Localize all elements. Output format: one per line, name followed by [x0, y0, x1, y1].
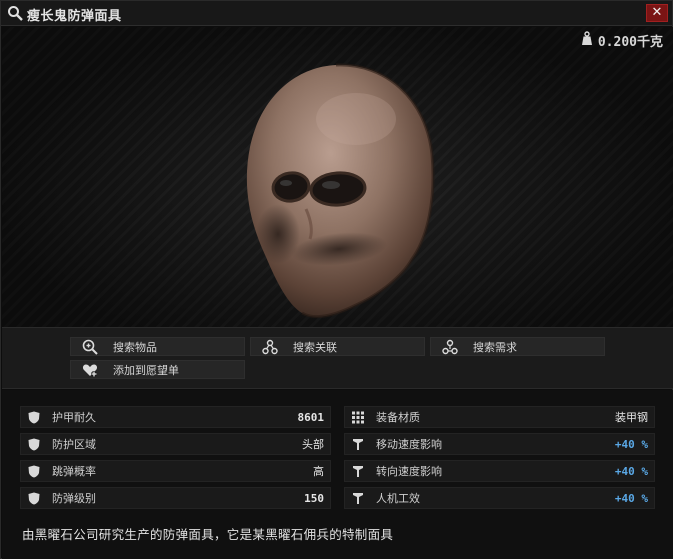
stat-value: 高: [313, 465, 324, 478]
stat-ergonomics: 人机工效 +40 %: [344, 487, 655, 509]
search-item-label: 搜索物品: [113, 340, 157, 354]
shield-icon: [27, 410, 41, 424]
weight-icon: [580, 31, 594, 50]
shield-icon: [27, 437, 41, 451]
stat-label: 防弹级别: [52, 492, 96, 505]
stat-armor-class: 防弹级别 150: [20, 487, 331, 509]
stats-panel: 护甲耐久 8601 防护区域 头部 跳弹概率 高 防弹级别 150 装备材质 装…: [2, 390, 673, 559]
stat-label: 人机工效: [376, 492, 420, 505]
weight-readout: 0.200千克: [580, 31, 663, 50]
linked-search-button[interactable]: 搜索关联: [250, 337, 425, 356]
add-to-wishlist-label: 添加到愿望单: [113, 363, 179, 377]
stat-value: 8601: [297, 410, 325, 424]
search-item-button[interactable]: 搜索物品: [70, 337, 245, 356]
stat-material: 装备材质 装甲钢: [344, 406, 655, 428]
required-search-label: 搜索需求: [473, 340, 517, 354]
shield-icon: [27, 491, 41, 505]
stat-label: 跳弹概率: [52, 465, 96, 478]
close-button[interactable]: ✕: [646, 4, 668, 22]
item-preview: 0.200千克: [2, 27, 673, 327]
search-item-icon: [81, 339, 99, 355]
action-bar: 搜索物品 搜索关联 搜索需求 添加到愿望单: [2, 327, 673, 389]
stat-armor-zone: 防护区域 头部: [20, 433, 331, 455]
item-description: 由黑曜石公司研究生产的防弹面具，它是某黑曜石佣兵的特制面具: [22, 527, 394, 542]
stat-turn-speed: 转向速度影响 +40 %: [344, 460, 655, 482]
stat-value: 150: [304, 491, 324, 505]
shield-icon: [27, 464, 41, 478]
weight-value: 0.200千克: [597, 35, 663, 50]
grid-icon: [351, 410, 365, 424]
stat-label: 转向速度影响: [376, 465, 442, 478]
stat-value: +40 %: [614, 491, 648, 505]
wishlist-heart-icon: [81, 362, 99, 378]
stat-ricochet-chance: 跳弹概率 高: [20, 460, 331, 482]
stat-value: +40 %: [614, 464, 648, 478]
penalty-icon: [351, 437, 365, 451]
stat-value: 头部: [302, 438, 324, 451]
stat-move-speed: 移动速度影响 +40 %: [344, 433, 655, 455]
search-icon: [7, 5, 23, 21]
linked-search-icon: [261, 339, 279, 355]
penalty-icon: [351, 464, 365, 478]
item-inspect-window: 瘦长鬼防弹面具 ✕ 0.200千克 搜索物品 搜索关联 搜索需求 添加到愿望单 …: [0, 0, 673, 559]
required-search-button[interactable]: 搜索需求: [430, 337, 605, 356]
stat-value: 装甲钢: [615, 411, 648, 424]
stat-label: 护甲耐久: [52, 411, 96, 424]
stat-label: 防护区域: [52, 438, 96, 451]
linked-search-label: 搜索关联: [293, 340, 337, 354]
skull-mask-image: [246, 63, 435, 319]
stat-label: 移动速度影响: [376, 438, 442, 451]
penalty-icon: [351, 491, 365, 505]
add-to-wishlist-button[interactable]: 添加到愿望单: [70, 360, 245, 379]
stat-value: +40 %: [614, 437, 648, 451]
title-bar[interactable]: 瘦长鬼防弹面具 ✕: [1, 1, 672, 26]
stat-armor-durability: 护甲耐久 8601: [20, 406, 331, 428]
required-search-icon: [441, 339, 459, 355]
stat-label: 装备材质: [376, 411, 420, 424]
window-title: 瘦长鬼防弹面具: [27, 9, 122, 24]
